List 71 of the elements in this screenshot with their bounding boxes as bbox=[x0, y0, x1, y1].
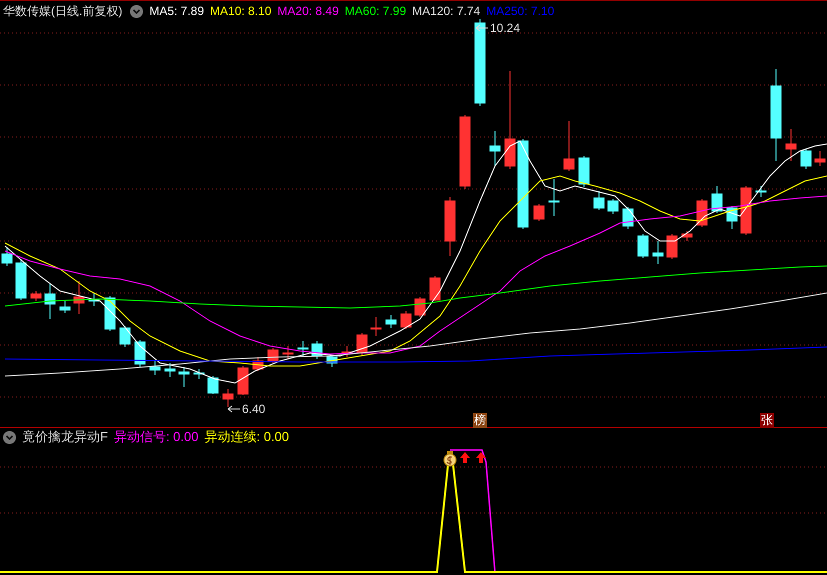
chart-title: 华数传媒(日线.前复权) bbox=[3, 2, 122, 20]
candlestick bbox=[800, 148, 812, 170]
candlestick bbox=[414, 296, 426, 318]
dropdown-icon[interactable] bbox=[3, 430, 16, 444]
indicator-value: 异动信号: 0.00 bbox=[114, 428, 198, 446]
candlestick bbox=[164, 362, 176, 378]
candlestick bbox=[712, 186, 722, 214]
candlestick bbox=[298, 340, 308, 356]
pointer-arrow-icon bbox=[476, 24, 488, 32]
moving-average-value: MA120: 7.74 bbox=[412, 4, 480, 18]
candlestick bbox=[682, 230, 692, 242]
candlestick bbox=[312, 340, 322, 360]
candlestick bbox=[400, 310, 412, 330]
candlestick bbox=[342, 346, 352, 358]
moving-average-value: MA10: 8.10 bbox=[210, 4, 272, 18]
pointer-arrow-icon bbox=[228, 406, 240, 412]
candlestick bbox=[178, 366, 190, 388]
candlestick bbox=[16, 258, 26, 300]
candlestick bbox=[30, 290, 42, 302]
candlestick bbox=[44, 284, 56, 320]
candlestick bbox=[740, 186, 752, 236]
candlestick bbox=[666, 234, 678, 260]
candlestick bbox=[252, 356, 264, 372]
candlestick bbox=[578, 156, 590, 188]
candlestick bbox=[814, 150, 826, 166]
money-bag-icon bbox=[444, 451, 456, 466]
moving-average-value: MA60: 7.99 bbox=[344, 4, 406, 18]
candlestick bbox=[194, 368, 204, 380]
candlestick bbox=[534, 204, 544, 222]
candlestick bbox=[386, 314, 396, 328]
high-price-label: 10.24 bbox=[490, 21, 520, 35]
indicator-value: 异动连续: 0.00 bbox=[204, 428, 290, 446]
moving-average-value: MA20: 8.49 bbox=[277, 4, 339, 18]
candlestick bbox=[548, 178, 560, 216]
candlestick bbox=[326, 354, 338, 368]
candlestick bbox=[356, 332, 368, 356]
candlestick bbox=[74, 280, 84, 314]
up-arrow-icon bbox=[476, 452, 486, 463]
candlestick bbox=[2, 246, 12, 266]
candlestick bbox=[726, 206, 738, 230]
candlestick bbox=[222, 388, 234, 408]
candlestick bbox=[134, 340, 146, 368]
event-tag[interactable]: 榜 bbox=[473, 413, 487, 428]
candlestick bbox=[150, 360, 160, 376]
candlestick bbox=[564, 120, 574, 172]
candlestick bbox=[608, 198, 618, 214]
candlestick bbox=[208, 376, 218, 394]
moving-average-value: MA250: 7.10 bbox=[486, 4, 554, 18]
candlestick bbox=[370, 316, 382, 336]
moving-average-value: MA5: 7.89 bbox=[149, 4, 204, 18]
indicator-title: 竟价擒龙异动F bbox=[22, 428, 108, 446]
candlestick bbox=[490, 130, 500, 166]
dropdown-icon[interactable] bbox=[130, 4, 144, 18]
candlestick bbox=[622, 206, 634, 230]
candlestick bbox=[120, 326, 130, 348]
candlestick bbox=[652, 240, 664, 264]
candlestick bbox=[444, 196, 456, 256]
up-arrow-icon bbox=[460, 452, 470, 463]
candlestick bbox=[60, 300, 70, 314]
candlestick bbox=[638, 234, 648, 258]
low-price-label: 6.40 bbox=[242, 402, 266, 416]
candlestick bbox=[268, 348, 278, 364]
candlestick bbox=[282, 346, 294, 360]
candlestick bbox=[756, 186, 766, 198]
event-tag[interactable]: 张 bbox=[760, 413, 774, 428]
candlestick bbox=[430, 276, 440, 302]
candlestick bbox=[594, 190, 604, 210]
candlestick bbox=[786, 128, 796, 162]
candlestick bbox=[88, 292, 100, 306]
candlestick bbox=[104, 296, 116, 332]
candlestick bbox=[238, 366, 248, 396]
